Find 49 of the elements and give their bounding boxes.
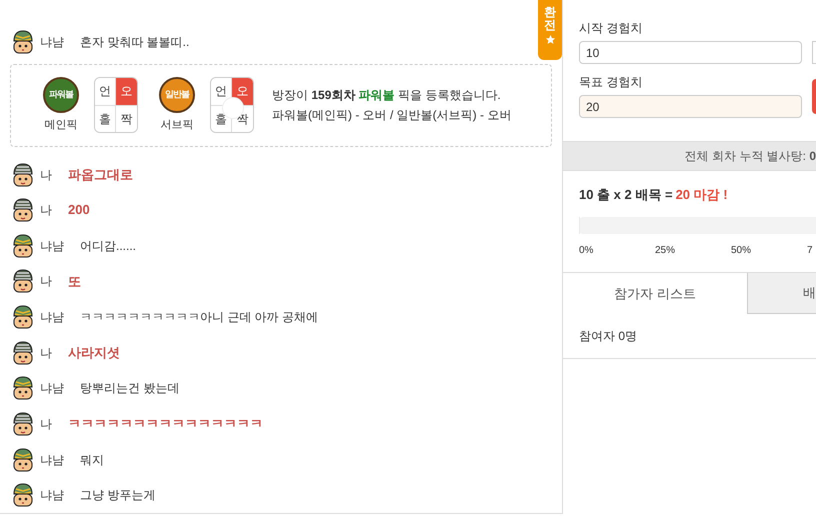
- field-label: 시작 경험치: [579, 20, 644, 37]
- result-text: 20 마감 !: [676, 186, 728, 204]
- progress-tick-label: 7: [807, 244, 813, 258]
- user-nickname: 냐냠: [40, 309, 65, 326]
- formula-text: 10 출 x 2 배목 =: [579, 186, 673, 204]
- chat-message: 또: [68, 272, 81, 291]
- chat-message: 그냥 방푸는게: [80, 487, 156, 504]
- target-exp-field[interactable]: 20: [579, 95, 802, 118]
- progress-tick-label: 25%: [655, 244, 676, 258]
- pick-option: 홀: [95, 106, 116, 132]
- ball-badge: 파워볼: [43, 76, 79, 113]
- field-label: 목표 경험치: [579, 74, 644, 91]
- pick-option: 짝: [116, 106, 137, 132]
- chat-message: 파옵그대로: [68, 166, 133, 184]
- user-nickname: 냐냠: [40, 487, 65, 504]
- total-text: 전체 회차 누적 별사탕: 0: [684, 148, 816, 165]
- ball-badge: 일반볼: [159, 76, 195, 113]
- field-edge: [812, 41, 816, 64]
- chat-message: 200: [68, 201, 90, 220]
- pick-option: 언: [95, 78, 116, 106]
- user-nickname: 냐냠: [40, 34, 65, 51]
- pick-caption: 메인픽: [44, 118, 78, 133]
- user-nickname: 냐냠: [40, 380, 65, 398]
- chat-message: ㅋㅋㅋㅋㅋㅋㅋㅋㅋㅋㅋㅋㅋㅋㅋ: [68, 415, 263, 434]
- chat-message: 탕뿌리는건 봤는데: [80, 380, 180, 398]
- chat-message: 혼자 맞춰따 볼볼띠..: [80, 34, 190, 51]
- user-nickname: 냐냠: [40, 238, 65, 255]
- user-nickname: 나: [40, 166, 53, 184]
- user-nickname: 냐냠: [40, 452, 65, 469]
- progress-tick-label: 0%: [579, 244, 594, 258]
- button-edge: [812, 79, 816, 114]
- chat-message: 뭐지: [80, 452, 104, 469]
- chat-message: 사라지셧: [68, 344, 120, 362]
- pick-summary: 파워볼(메인픽) - 오버 / 일반볼(서브픽) - 오버: [272, 107, 512, 124]
- start-exp-field[interactable]: 10: [579, 41, 802, 64]
- pick-message: 방장이 159회차 파워볼 픽을 등록했습니다.: [272, 87, 502, 104]
- star-icon: [544, 34, 556, 46]
- user-nickname: 나: [40, 344, 53, 362]
- chat-message: 어디감......: [80, 238, 136, 255]
- pick-option: 오: [116, 78, 137, 106]
- exchange-label: 환전: [544, 6, 556, 32]
- chat-message: ㅋㅋㅋㅋㅋㅋㅋㅋㅋㅋ아니 근데 아까 공채에: [80, 309, 318, 326]
- pick-caption: 서브픽: [160, 118, 194, 133]
- participant-count: 참여자 0명: [579, 328, 638, 345]
- user-nickname: 나: [40, 273, 53, 290]
- user-nickname: 나: [40, 416, 53, 433]
- progress-tick-label: 50%: [731, 244, 752, 258]
- user-nickname: 나: [40, 202, 53, 220]
- list-tab[interactable]: 배: [747, 273, 816, 314]
